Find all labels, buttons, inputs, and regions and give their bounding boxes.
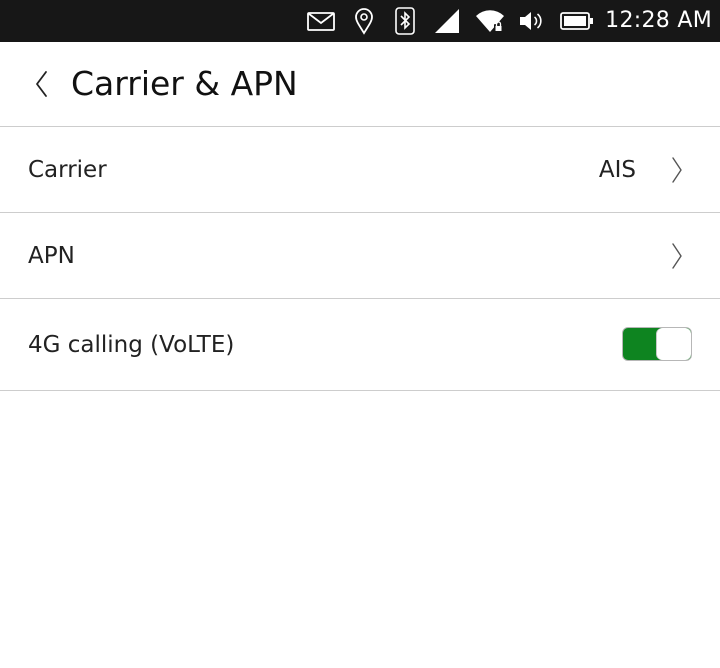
page-header: Carrier & APN [0,42,720,127]
chevron-left-icon[interactable] [26,64,58,104]
bluetooth-icon [395,7,415,35]
chevron-right-icon [672,243,682,269]
carrier-row[interactable]: Carrier AIS [0,127,720,213]
carrier-value: AIS [598,157,636,183]
cellular-signal-icon [435,9,459,33]
volume-icon [520,12,542,30]
message-icon [307,12,335,31]
volte-row: 4G calling (VoLTE) [0,299,720,391]
status-bar: 12:28 AM [0,0,720,42]
apn-row[interactable]: APN [0,213,720,299]
toggle-thumb [657,328,691,360]
volte-label: 4G calling (VoLTE) [28,332,235,358]
wifi-secured-icon [476,10,504,33]
page-title: Carrier & APN [71,64,298,103]
location-icon [355,8,373,35]
volte-toggle[interactable] [622,327,692,361]
battery-icon [560,12,593,30]
chevron-right-icon [672,157,682,183]
apn-label: APN [28,243,75,269]
status-time: 12:28 AM [605,8,712,33]
carrier-label: Carrier [28,157,107,183]
